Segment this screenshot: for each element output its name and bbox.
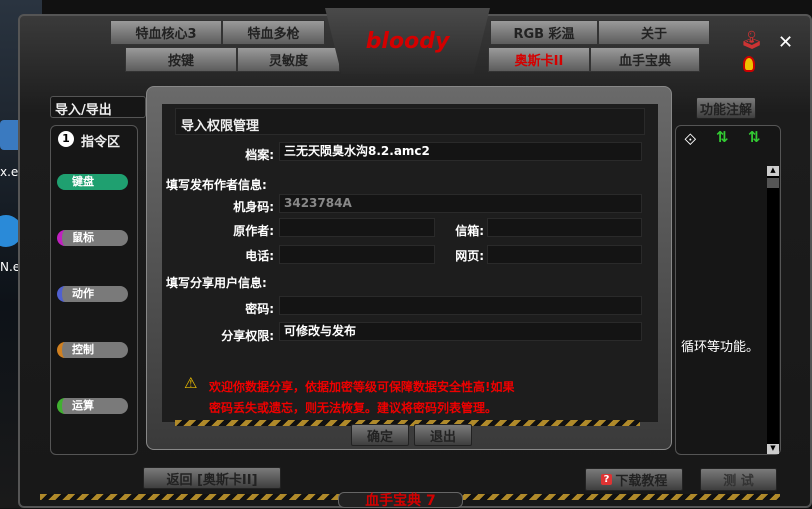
email-field[interactable] xyxy=(487,218,642,237)
email-label: 信箱: xyxy=(455,224,484,238)
move-icon[interactable]: ⟐ xyxy=(684,130,697,150)
joystick-icon[interactable]: 🕹 xyxy=(740,30,763,51)
notes-panel: ⟐ ⇅ ⇅ ▲ ▼ 循环等功能。 xyxy=(675,125,781,455)
scroll-down-icon[interactable]: ▼ xyxy=(767,444,779,454)
export-arrows-icon[interactable]: ⇅ xyxy=(748,128,761,146)
author-section-label: 填写发布作者信息: xyxy=(166,178,267,192)
import-export-header: 导入/导出 xyxy=(50,96,146,118)
lightbulb-icon[interactable] xyxy=(743,56,755,72)
tab-handbook[interactable]: 血手宝典 xyxy=(590,47,700,72)
tab-about[interactable]: 关于 xyxy=(598,20,710,45)
warning-text-line1: 欢迎你数据分享，依据加密等级可保障数据安全性高!如果 xyxy=(209,380,515,394)
author-field[interactable] xyxy=(279,218,435,237)
tab-multigun[interactable]: 特血多枪 xyxy=(222,20,325,45)
ok-button[interactable]: 确定 xyxy=(351,424,409,446)
tab-oscar[interactable]: 奥斯卡II xyxy=(488,47,590,72)
phone-label: 电话: xyxy=(245,249,274,263)
command-compute[interactable]: 运算 xyxy=(57,398,128,414)
webpage-label: 网页: xyxy=(455,249,484,263)
file-field[interactable]: 三无天陨臭水沟8.2.amc2 xyxy=(279,142,642,161)
warning-icon: ⚠ xyxy=(184,374,198,392)
back-oscar-button[interactable]: 返回 [奥斯卡II] xyxy=(143,467,281,489)
machine-code-label: 机身码: xyxy=(233,200,274,214)
exit-button[interactable]: 退出 xyxy=(414,424,472,446)
close-icon[interactable]: ✕ xyxy=(778,32,793,53)
download-tutorial-button[interactable]: ? 下载教程 xyxy=(585,468,683,491)
phone-field[interactable] xyxy=(279,245,435,264)
share-section-label: 填写分享用户信息: xyxy=(166,276,267,290)
command-area-title: 指令区 xyxy=(81,135,121,150)
notes-text: 循环等功能。 xyxy=(681,340,760,355)
password-field[interactable] xyxy=(279,296,642,315)
webpage-field[interactable] xyxy=(487,245,642,264)
tab-keys[interactable]: 按键 xyxy=(125,47,237,72)
tab-sensitivity[interactable]: 灵敏度 xyxy=(237,47,340,72)
download-tutorial-label: 下载教程 xyxy=(615,474,668,489)
command-mouse[interactable]: 鼠标 xyxy=(57,230,128,246)
tab-rgb[interactable]: RGB 彩温 xyxy=(490,20,598,45)
machine-code-field: 3423784A xyxy=(279,194,642,213)
file-label: 档案: xyxy=(245,148,274,162)
bloody-logo: bloody xyxy=(325,8,490,74)
dialog-title: 导入权限管理 xyxy=(175,108,645,135)
help-book-icon: ? xyxy=(600,474,613,485)
tab-core3[interactable]: 特血核心3 xyxy=(110,20,222,45)
command-control[interactable]: 控制 xyxy=(57,342,128,358)
scroll-thumb[interactable] xyxy=(767,178,779,188)
password-label: 密码: xyxy=(245,302,274,316)
scroll-up-icon[interactable]: ▲ xyxy=(767,166,779,176)
permission-select[interactable]: 可修改与发布 xyxy=(279,322,642,341)
test-button[interactable]: 测 试 xyxy=(700,468,777,491)
warning-text-line2: 密码丢失或遗忘，则无法恢复。建议将密码列表管理。 xyxy=(209,401,498,415)
command-keyboard[interactable]: 键盘 xyxy=(57,174,128,190)
permission-label: 分享权限: xyxy=(221,329,274,343)
function-notes-button[interactable]: 功能注解 xyxy=(696,97,756,119)
scrollbar[interactable]: ▲ ▼ xyxy=(767,166,779,454)
step-number-badge: 1 xyxy=(58,131,74,147)
author-label: 原作者: xyxy=(233,224,274,238)
command-action[interactable]: 动作 xyxy=(57,286,128,302)
handbook-banner[interactable]: 血手宝典 7 xyxy=(338,492,463,509)
import-arrows-icon[interactable]: ⇅ xyxy=(716,128,729,146)
